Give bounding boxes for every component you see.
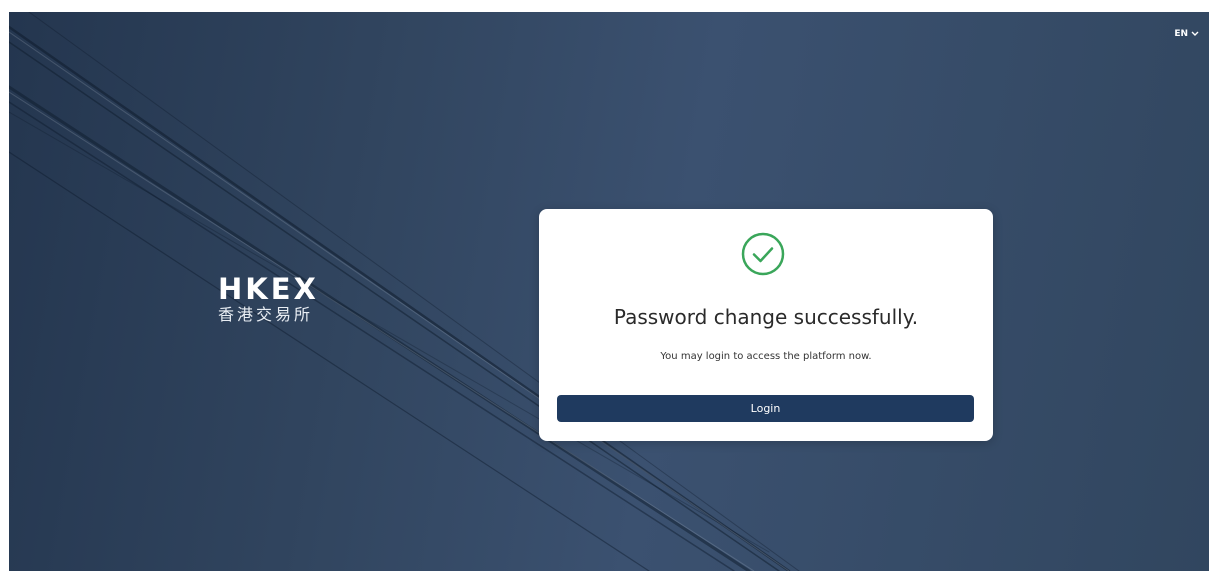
language-selector[interactable]: EN [1174,29,1199,39]
check-circle-icon [741,232,785,276]
chevron-down-icon [1191,31,1199,36]
success-dialog: Password change successfully. You may lo… [539,209,993,441]
logo-wordmark: HKEX [218,272,319,306]
dialog-title: Password change successfully. [613,305,919,329]
hkex-logo: HKEX 香港交易所 [218,274,338,344]
dialog-message: You may login to access the platform now… [660,351,872,362]
language-label: EN [1174,29,1188,39]
login-button[interactable]: Login [557,395,974,422]
login-background: EN HKEX 香港交易所 Password change successful… [9,12,1209,571]
logo-chinese-text: 香港交易所 [218,305,314,324]
